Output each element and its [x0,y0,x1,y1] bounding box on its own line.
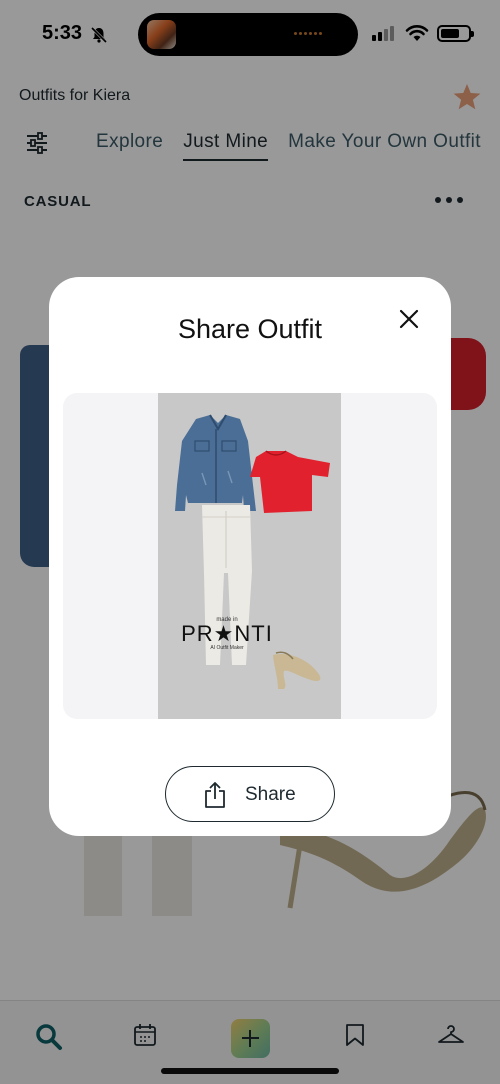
pronti-watermark: made in PR★NTI AI Outfit Maker [178,617,276,651]
close-icon[interactable] [395,305,423,333]
dialog-title: Share Outfit [177,314,323,344]
outfit-illustration [175,414,330,689]
watermark-brand-text: PR★NTI [181,621,273,646]
share-button-label: Share [245,784,296,805]
share-icon [205,782,225,808]
share-button[interactable]: Share [165,766,335,822]
share-outfit-dialog: Share Outfit made in PR★NTI AI Outfit Ma… [49,277,451,836]
outfit-preview-image: made in PR★NTI AI Outfit Maker [158,393,341,719]
outfit-preview-frame: made in PR★NTI AI Outfit Maker [63,393,437,719]
